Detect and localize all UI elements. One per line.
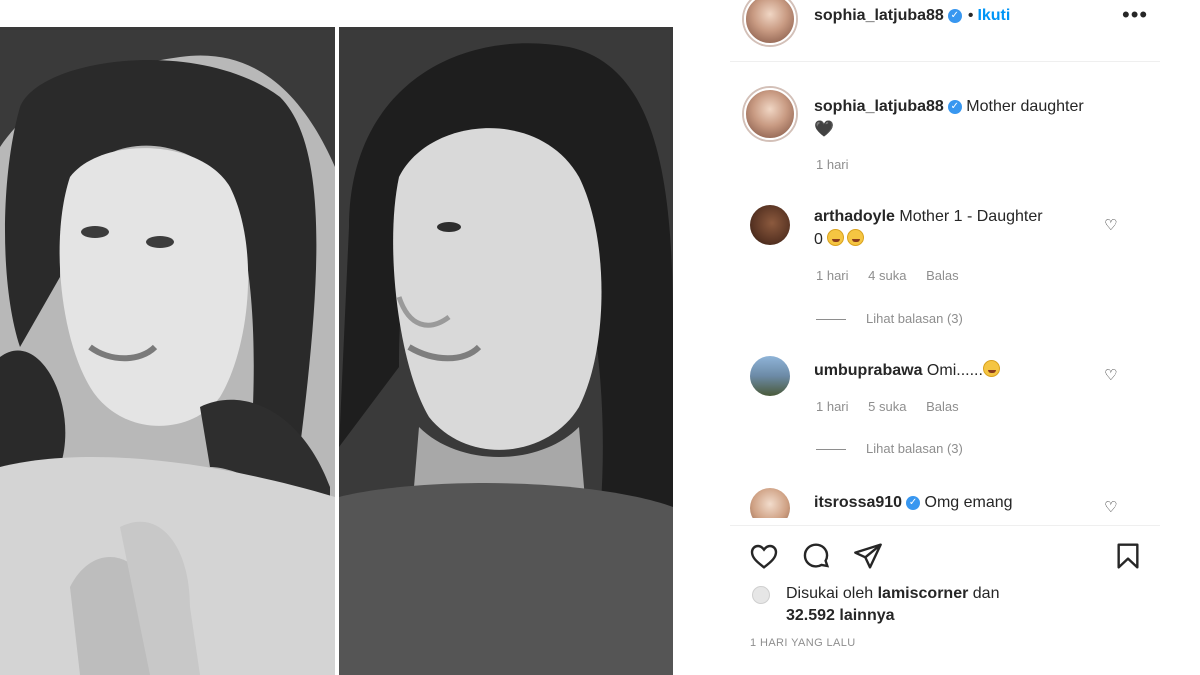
caption-heart-emoji: 🖤 (814, 121, 834, 138)
caption-username[interactable]: sophia_latjuba88 (814, 98, 944, 115)
comment-text: itsrossa910 ✓ Omg emang (814, 491, 1104, 514)
photo-mother (0, 27, 335, 675)
comment-meta: 1 hari 4 suka Balas (816, 268, 975, 283)
comment-reply-button[interactable]: Balas (926, 268, 959, 283)
post-sidebar: sophia_latjuba88 ✓ • Ikuti ••• sophia_latju… (730, 0, 1200, 675)
author-username[interactable]: sophia_latjuba88 (814, 7, 944, 24)
comment-username[interactable]: umbuprabawa (814, 362, 922, 379)
likes-conj: dan (972, 585, 1000, 602)
comment-like-heart-icon[interactable]: ♡ (1104, 216, 1117, 234)
comment-avatar[interactable] (750, 205, 790, 245)
comment-text: umbuprabawa Omi...... (814, 359, 1104, 382)
bookmark-icon-svg (1117, 543, 1139, 569)
comment-meta: 1 hari 5 suka Balas (816, 399, 975, 414)
view-replies-label: Lihat balasan (3) (866, 311, 963, 326)
photo-daughter (339, 27, 673, 675)
comment-like-heart-icon[interactable]: ♡ (1104, 498, 1117, 516)
laughing-emoji-icon (827, 229, 845, 246)
liker-avatar[interactable] (752, 586, 770, 604)
comment-time[interactable]: 1 hari (816, 268, 849, 283)
comment-avatar[interactable] (750, 488, 790, 518)
view-replies-button[interactable]: Lihat balasan (3) (816, 311, 963, 326)
liker-username[interactable]: lamiscorner (878, 585, 969, 602)
verified-icon: ✓ (906, 495, 921, 510)
separator-dot: • (967, 7, 974, 24)
comment-body-cont: 0 (814, 231, 823, 248)
post-header: sophia_latjuba88 ✓ • Ikuti ••• (730, 0, 1160, 62)
bookmark-icon[interactable] (1112, 540, 1144, 572)
comment-likes[interactable]: 4 suka (868, 268, 906, 283)
heart-icon[interactable] (748, 540, 780, 572)
photo-mother-art (0, 27, 335, 675)
likes-prefix: Disukai oleh (786, 585, 874, 602)
comment-like-heart-icon[interactable]: ♡ (1104, 366, 1117, 384)
replies-divider (816, 449, 846, 451)
caption-time[interactable]: 1 hari (816, 157, 849, 172)
likes-summary: Disukai oleh lamiscorner dan 32.592 lain… (786, 583, 999, 627)
comment-body: Omi...... (926, 362, 983, 379)
header-user: sophia_latjuba88 ✓ • Ikuti (814, 7, 1010, 25)
comment-username[interactable]: itsrossa910 (814, 494, 902, 511)
post-actions: Disukai oleh lamiscorner dan 32.592 lain… (730, 525, 1160, 675)
comment-icon-svg (803, 543, 830, 568)
comment-avatar[interactable] (750, 356, 790, 396)
caption-avatar[interactable] (744, 88, 796, 140)
author-avatar[interactable] (744, 0, 796, 45)
smiling-emoji-icon (982, 360, 1000, 377)
comment-text: arthadoyle Mother 1 - Daughter 0 (814, 205, 1104, 251)
heart-icon-svg (750, 544, 778, 569)
verified-icon: ✓ (947, 8, 962, 23)
comment-body: Mother 1 - Daughter (899, 208, 1043, 225)
comment-body: Omg emang (924, 494, 1013, 511)
grin-emoji-icon (847, 229, 865, 246)
comment-likes[interactable]: 5 suka (868, 399, 906, 414)
likes-count[interactable]: 32.592 lainnya (786, 607, 895, 624)
comment-item: itsrossa910 ✓ Omg emang ♡ (730, 488, 1160, 518)
verified-icon: ✓ (947, 99, 962, 114)
caption-text: sophia_latjuba88 ✓ Mother daughter 🖤 (814, 95, 1134, 141)
replies-divider (816, 319, 846, 321)
view-replies-button[interactable]: Lihat balasan (3) (816, 441, 963, 456)
comment-time[interactable]: 1 hari (816, 399, 849, 414)
caption-body: Mother daughter (966, 98, 1084, 115)
view-replies-label: Lihat balasan (3) (866, 441, 963, 456)
comment-icon[interactable] (800, 540, 832, 572)
photo-daughter-art (339, 27, 673, 675)
comment-reply-button[interactable]: Balas (926, 399, 959, 414)
post-image[interactable] (0, 27, 673, 675)
follow-button[interactable]: Ikuti (977, 7, 1010, 24)
share-icon-svg (854, 543, 882, 569)
more-options-icon[interactable]: ••• (1122, 2, 1148, 28)
share-icon[interactable] (852, 540, 884, 572)
post-date[interactable]: 1 HARI YANG LALU (750, 637, 856, 649)
comment-username[interactable]: arthadoyle (814, 208, 895, 225)
